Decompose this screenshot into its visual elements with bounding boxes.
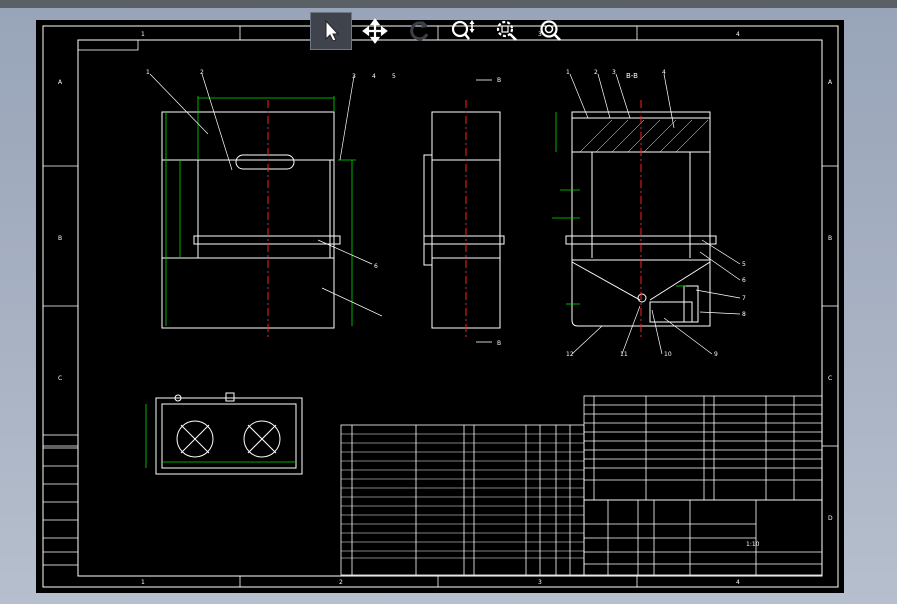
title-block: [583, 499, 823, 576]
section-mark-bottom: B: [497, 340, 501, 347]
zone-label-bottom-1: 1: [141, 579, 145, 586]
zone-label-right-a: A: [828, 79, 833, 86]
zone-label-right-b: B: [828, 235, 832, 242]
section-leaders: [569, 73, 741, 355]
section-leader-7: 7: [742, 295, 746, 302]
front-leader-3: 3: [352, 73, 356, 80]
zone-label-bottom-2: 2: [339, 579, 343, 586]
zoom-in-out-icon: [451, 20, 475, 40]
section-leader-8: 8: [742, 311, 746, 318]
zone-label-bottom-4: 4: [736, 579, 740, 586]
section-mark-top: B: [497, 77, 501, 84]
zoom-window-button[interactable]: [486, 12, 528, 50]
zone-label-right-c: C: [828, 375, 832, 382]
zone-label-left-c: C: [58, 375, 62, 382]
zone-label-left-b: B: [58, 235, 62, 242]
zone-label-left-a: A: [58, 79, 63, 86]
zone-label-right-d: D: [828, 515, 833, 522]
pan-tool-button[interactable]: [354, 12, 396, 50]
section-leader-3: 3: [612, 69, 616, 76]
section-leader-12: 12: [566, 351, 574, 358]
select-arrow-icon: [325, 19, 340, 42]
front-leader-2: 2: [200, 69, 204, 76]
zoom-realtime-button[interactable]: [442, 12, 484, 50]
select-tool-button[interactable]: [310, 12, 352, 50]
section-leader-11: 11: [620, 351, 628, 358]
section-marks: [476, 79, 492, 343]
section-leader-2: 2: [594, 69, 598, 76]
parts-list-left-rows: [341, 433, 584, 559]
front-leader-1: 1: [146, 69, 150, 76]
front-leaders: [149, 73, 383, 317]
top-dims: [145, 404, 296, 468]
section-leader-9: 9: [714, 351, 718, 358]
zone-label-top-4: 4: [736, 31, 740, 38]
parts-list-left: [340, 424, 585, 576]
front-view: [161, 111, 341, 329]
front-leader-4: 4: [372, 73, 376, 80]
section-leader-10: 10: [664, 351, 672, 358]
section-title: B-B: [626, 72, 638, 80]
rotate-tool-button[interactable]: [398, 12, 440, 50]
section-leader-4: 4: [662, 69, 666, 76]
zoom-extents-icon: [540, 20, 561, 41]
parts-list-right: [583, 395, 823, 501]
pan-move-icon: [362, 18, 388, 44]
section-leader-1: 1: [566, 69, 570, 76]
rotate-icon: [410, 21, 429, 41]
section-leader-6: 6: [742, 277, 746, 284]
front-leader-6: 6: [374, 263, 378, 270]
view-toolbar: [310, 12, 572, 52]
side-view: [423, 111, 505, 329]
zoom-extents-button[interactable]: [530, 12, 572, 50]
left-revision-table: [42, 434, 79, 566]
drawing-number-box: [77, 39, 139, 51]
section-leader-5: 5: [742, 261, 746, 268]
section-hatch: [579, 119, 709, 153]
front-leader-5: 5: [392, 73, 396, 80]
zoom-window-icon: [496, 20, 517, 41]
zone-label-top-1: 1: [141, 31, 145, 38]
title-block-scale: 1:10: [746, 541, 760, 548]
zone-label-bottom-3: 3: [538, 579, 542, 586]
front-dims: [165, 96, 356, 326]
cad-drawing: 1 2 3 4 1 2 3 4 A B C A B C D 1 2: [42, 25, 839, 588]
